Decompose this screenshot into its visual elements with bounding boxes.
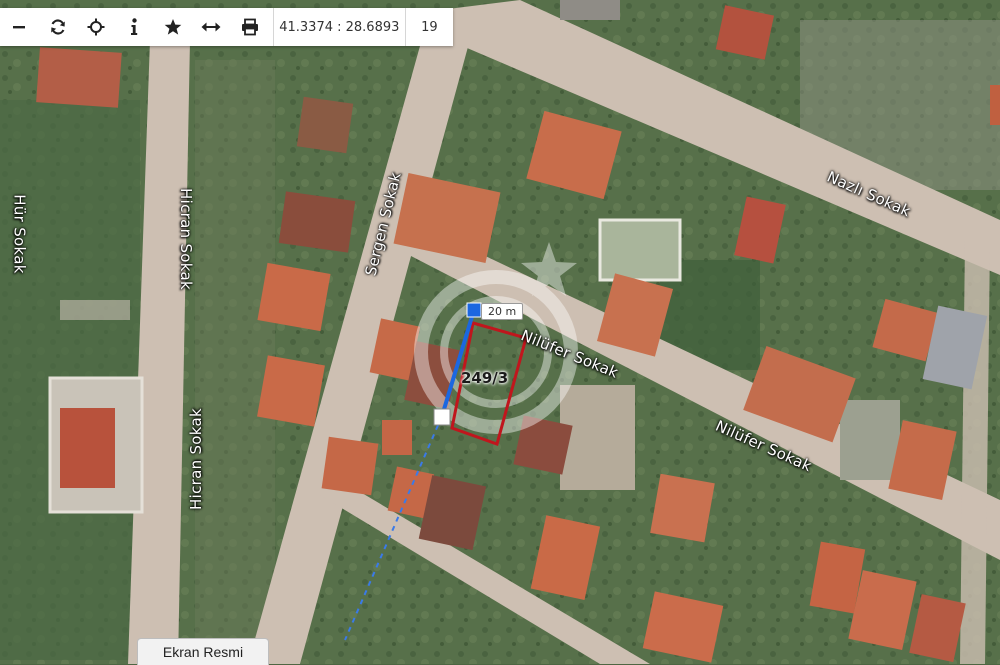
street-label-hur: Hür Sokak bbox=[10, 194, 29, 274]
building bbox=[560, 0, 620, 20]
star-icon bbox=[164, 19, 182, 35]
building bbox=[257, 355, 325, 427]
measure-start-handle[interactable] bbox=[466, 302, 482, 318]
building bbox=[257, 262, 331, 332]
minus-icon bbox=[13, 26, 26, 29]
parcel-label: 249/3 bbox=[461, 369, 509, 387]
satellite-map[interactable] bbox=[0, 0, 1000, 664]
lot bbox=[840, 400, 900, 480]
locate-button[interactable] bbox=[77, 8, 115, 46]
printer-icon bbox=[241, 18, 258, 36]
zoom-out-button[interactable] bbox=[0, 8, 38, 46]
refresh-button[interactable] bbox=[38, 8, 76, 46]
street-label-hicran-top: Hicran Sokak bbox=[176, 188, 195, 290]
building bbox=[382, 420, 412, 455]
print-button[interactable] bbox=[230, 8, 268, 46]
screenshot-tab[interactable]: Ekran Resmi bbox=[137, 638, 269, 665]
info-button[interactable] bbox=[115, 8, 153, 46]
zoom-level-display: 19 bbox=[404, 8, 453, 46]
measure-button[interactable] bbox=[192, 8, 230, 46]
measure-end-handle[interactable] bbox=[433, 408, 451, 426]
building bbox=[60, 408, 115, 488]
distance-label: 20 m bbox=[481, 303, 524, 320]
refresh-icon bbox=[50, 19, 65, 35]
favorite-button[interactable] bbox=[154, 8, 192, 46]
building bbox=[278, 191, 356, 253]
building bbox=[321, 436, 379, 496]
lot bbox=[598, 218, 682, 282]
street-label-hicran-bottom: Hicran Sokak bbox=[186, 408, 205, 510]
building bbox=[650, 473, 715, 543]
building bbox=[36, 47, 122, 108]
building bbox=[990, 85, 1000, 125]
field-patch bbox=[195, 60, 275, 640]
info-icon bbox=[131, 18, 138, 35]
map-toolbar: 41.3374 : 28.6893 19 bbox=[0, 8, 453, 46]
lot bbox=[560, 385, 635, 490]
road-right bbox=[960, 240, 990, 664]
double-arrow-icon bbox=[201, 22, 221, 32]
crosshair-icon bbox=[87, 18, 105, 36]
road-left bbox=[60, 300, 130, 320]
coordinates-display: 41.3374 : 28.6893 bbox=[272, 8, 405, 46]
building bbox=[296, 96, 354, 154]
